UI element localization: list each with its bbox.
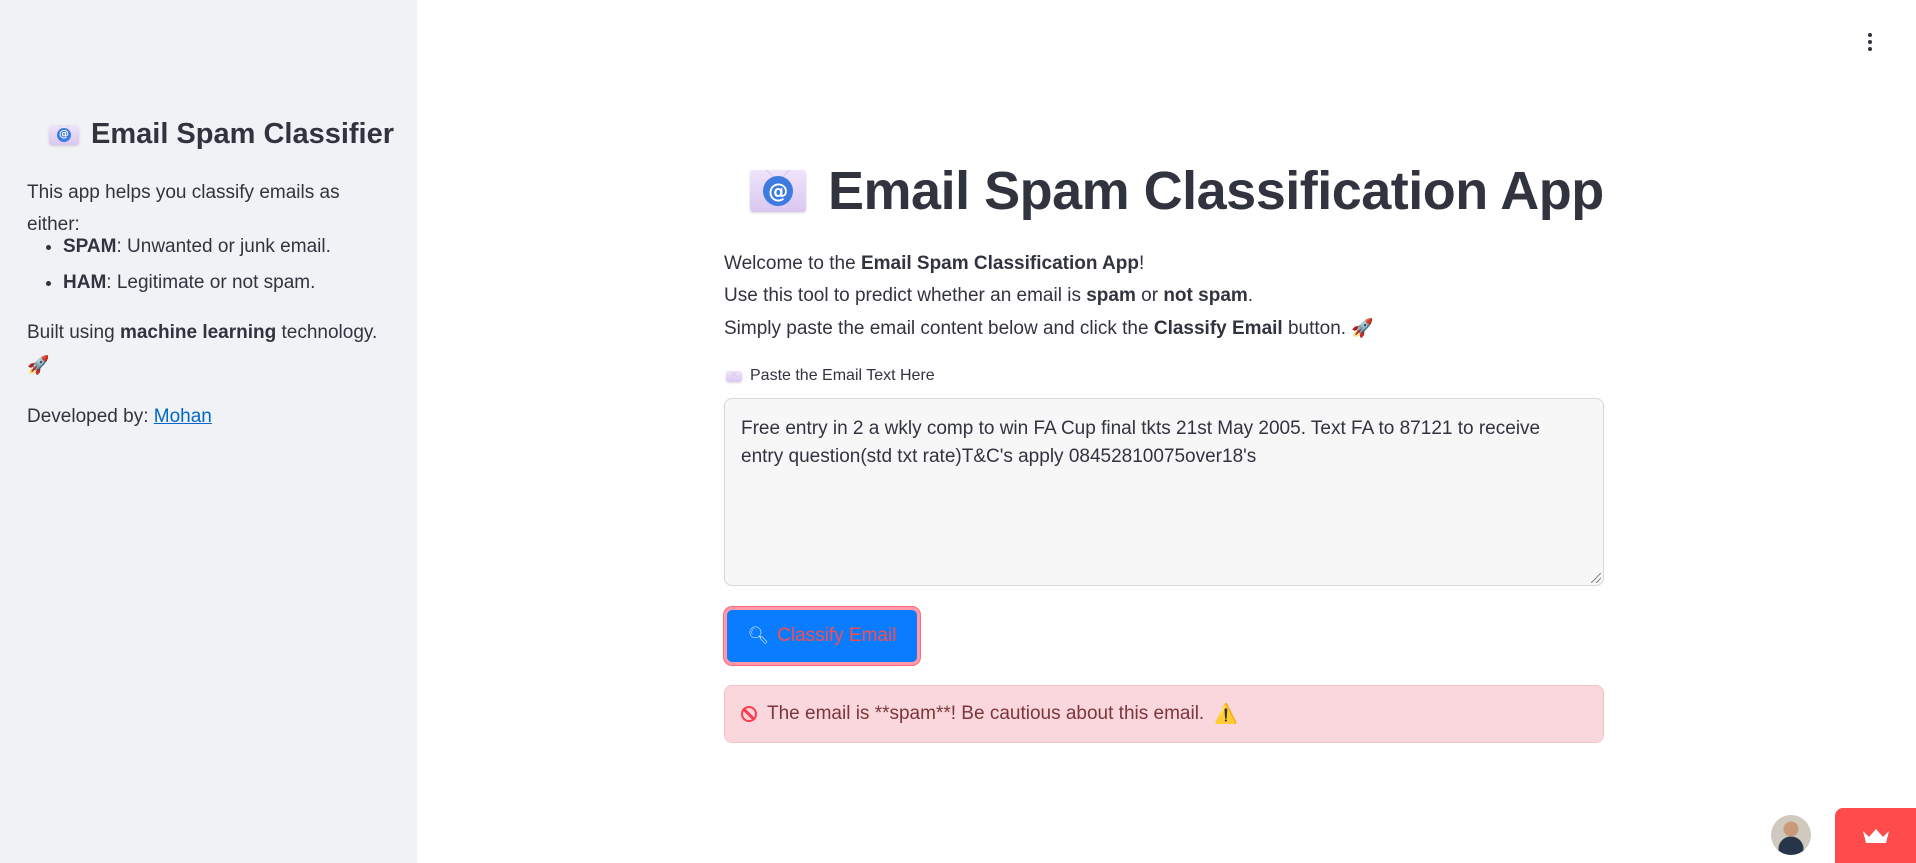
avatar[interactable]: [1771, 815, 1811, 855]
intro-line-3: Simply paste the email content below and…: [724, 318, 1374, 339]
sidebar-developer: Developed by: Mohan: [27, 401, 397, 433]
envelope-icon: [726, 370, 742, 382]
list-item-spam: SPAM: Unwanted or junk email.: [63, 229, 331, 265]
spam-desc: : Unwanted or junk email.: [116, 236, 331, 257]
built-prefix: Built using: [27, 322, 120, 343]
kebab-menu-icon[interactable]: [1858, 30, 1882, 54]
ham-desc: : Legitimate or not spam.: [106, 272, 316, 293]
intro-line-1: Welcome to the Email Spam Classification…: [724, 253, 1145, 274]
spam-term: SPAM: [63, 236, 117, 257]
magnifier-icon: 🔍︎: [747, 626, 770, 645]
built-suffix: technology.: [276, 322, 378, 343]
list-item-ham: HAM: Legitimate or not spam.: [63, 265, 331, 301]
classify-email-label: Classify Email: [777, 625, 897, 646]
textarea-resize-handle[interactable]: [1591, 573, 1601, 583]
streamlit-badge[interactable]: [1835, 808, 1916, 863]
result-text: The email is **spam**! Be cautious about…: [767, 703, 1205, 724]
classify-email-button[interactable]: 🔍︎ Classify Email: [724, 607, 920, 665]
result-alert: The email is **spam**! Be cautious about…: [724, 685, 1604, 743]
rocket-icon: 🚀: [27, 355, 50, 375]
envelope-icon: @: [49, 124, 79, 145]
envelope-icon: @: [750, 170, 806, 212]
app-root: @ Email Spam Classifier This app helps y…: [0, 0, 1916, 863]
rocket-icon: 🚀: [1351, 318, 1374, 338]
crown-icon: [1862, 828, 1889, 843]
email-field-label-text: Paste the Email Text Here: [750, 367, 935, 384]
intro-text: Welcome to the Email Spam Classification…: [724, 248, 1374, 345]
sidebar-class-list: SPAM: Unwanted or junk email. HAM: Legit…: [27, 229, 331, 301]
warning-icon: ⚠️: [1214, 704, 1238, 725]
prohibited-icon: [741, 706, 757, 722]
ham-term: HAM: [63, 272, 107, 293]
intro-line-2: Use this tool to predict whether an emai…: [724, 285, 1254, 306]
sidebar-title: @ Email Spam Classifier: [49, 118, 394, 151]
developer-prefix: Developed by:: [27, 406, 154, 427]
sidebar-title-text: Email Spam Classifier: [91, 118, 395, 150]
email-field-label: Paste the Email Text Here: [726, 367, 935, 385]
page-title-text: Email Spam Classification App: [828, 161, 1604, 221]
page-title: @ Email Spam Classification App: [750, 160, 1604, 222]
sidebar: @ Email Spam Classifier This app helps y…: [0, 0, 417, 863]
built-bold: machine learning: [119, 322, 277, 343]
developer-link[interactable]: Mohan: [154, 406, 212, 427]
sidebar-built-with: Built using machine learning technology.…: [27, 317, 397, 382]
email-text-input[interactable]: Free entry in 2 a wkly comp to win FA Cu…: [724, 398, 1604, 586]
